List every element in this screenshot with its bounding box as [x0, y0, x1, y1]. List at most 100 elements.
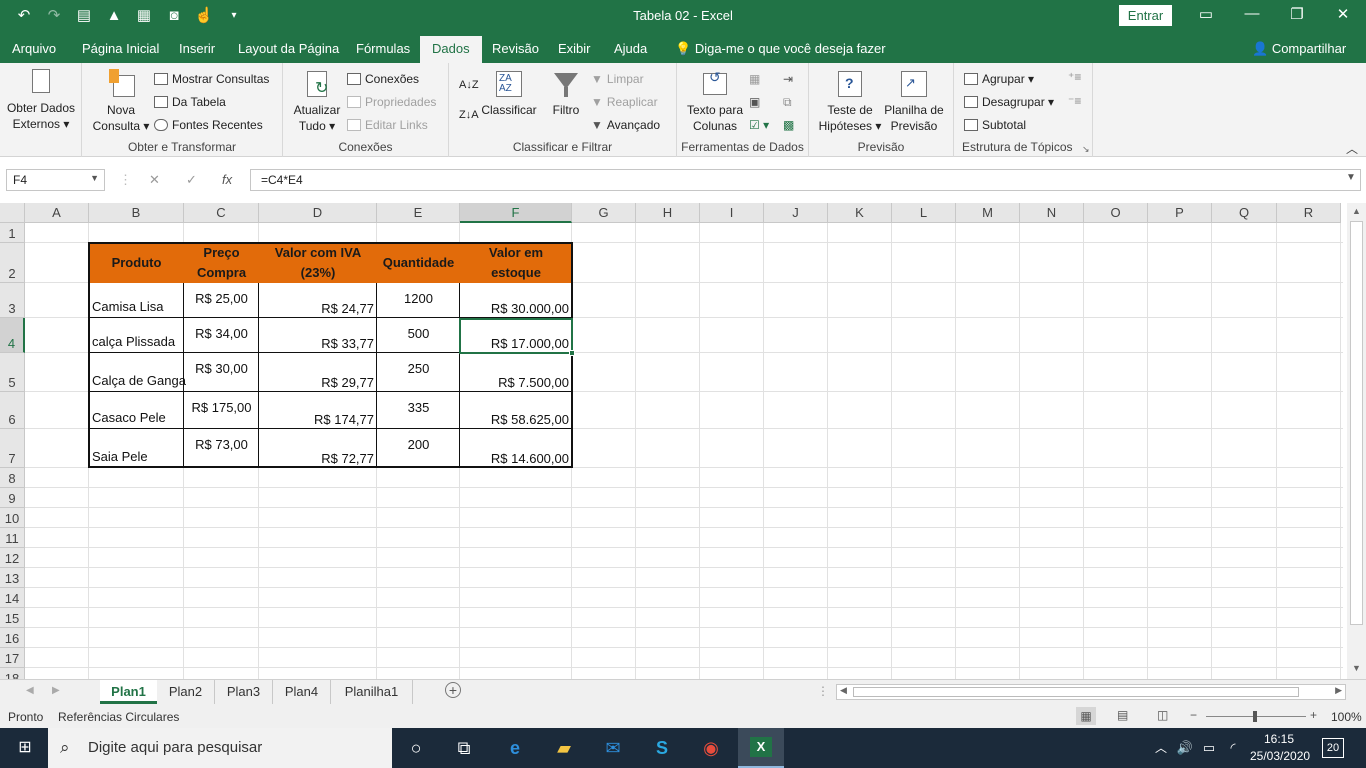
- row-header-17[interactable]: 17: [0, 648, 25, 668]
- notifications-icon[interactable]: 20: [1322, 738, 1344, 758]
- row-header-14[interactable]: 14: [0, 588, 25, 608]
- row-header-7[interactable]: 7: [0, 429, 25, 468]
- horizontal-scrollbar[interactable]: ◀ ▶: [836, 684, 1346, 700]
- cell-iva[interactable]: R$ 24,77: [259, 283, 377, 318]
- scroll-left-icon[interactable]: ◀: [840, 685, 847, 696]
- column-header-l[interactable]: L: [892, 203, 956, 223]
- relationships-icon[interactable]: ⧉: [783, 94, 792, 110]
- remove-duplicates-icon[interactable]: ▣: [749, 94, 760, 110]
- obter-dados-button[interactable]: Obter Dados Externos ▾: [4, 67, 78, 132]
- classificar-button[interactable]: ZA AZ Classificar: [477, 69, 541, 118]
- agrupar-button[interactable]: Agrupar ▾: [964, 71, 1034, 87]
- row-header-5[interactable]: 5: [0, 353, 25, 392]
- cell-iva[interactable]: R$ 29,77: [259, 353, 377, 392]
- scroll-up-icon[interactable]: ▲: [1352, 206, 1361, 216]
- row-header-15[interactable]: 15: [0, 608, 25, 628]
- column-header-n[interactable]: N: [1020, 203, 1084, 223]
- planilha-previsao-button[interactable]: ↗ Planilha de Previsão: [881, 69, 947, 134]
- zoom-level[interactable]: 100%: [1331, 710, 1362, 724]
- status-circular-references[interactable]: Referências Circulares: [58, 710, 179, 724]
- hide-detail-icon[interactable]: ⁻≡: [1068, 93, 1081, 109]
- volume-icon[interactable]: 🔊: [1172, 736, 1198, 760]
- subtotal-button[interactable]: Subtotal: [964, 117, 1026, 133]
- cell-quantidade[interactable]: 500: [377, 318, 460, 353]
- row-header-13[interactable]: 13: [0, 568, 25, 588]
- cell-preco[interactable]: R$ 34,00: [184, 318, 259, 353]
- column-header-h[interactable]: H: [636, 203, 700, 223]
- cell-quantidade[interactable]: 1200: [377, 283, 460, 318]
- column-header-p[interactable]: P: [1148, 203, 1212, 223]
- skype-icon[interactable]: S: [649, 736, 675, 760]
- cell-produto[interactable]: Calça de Ganga: [89, 353, 186, 392]
- sign-in-button[interactable]: Entrar: [1119, 5, 1172, 26]
- sort-az-icon[interactable]: A↓Z: [459, 77, 479, 93]
- cell-estoque[interactable]: R$ 17.000,00: [460, 318, 572, 353]
- editar-links-button[interactable]: Editar Links: [347, 117, 428, 133]
- column-header-c[interactable]: C: [184, 203, 259, 223]
- row-header-11[interactable]: 11: [0, 528, 25, 548]
- cell-preco[interactable]: R$ 25,00: [184, 283, 259, 318]
- vertical-scroll-thumb[interactable]: [1350, 221, 1363, 625]
- row-header-1[interactable]: 1: [0, 223, 25, 243]
- restore-icon[interactable]: ❐: [1287, 5, 1307, 23]
- column-header-k[interactable]: K: [828, 203, 892, 223]
- minimize-icon[interactable]: —: [1242, 5, 1262, 22]
- tab-layout[interactable]: Layout da Página: [238, 41, 339, 56]
- cortana-icon[interactable]: ○: [403, 736, 429, 760]
- cell-estoque[interactable]: R$ 58.625,00: [460, 392, 572, 429]
- row-header-8[interactable]: 8: [0, 468, 25, 488]
- horizontal-scroll-thumb[interactable]: [853, 687, 1299, 697]
- avancado-button[interactable]: ▼ Avançado: [591, 117, 660, 133]
- insert-function-icon[interactable]: fx: [222, 172, 232, 187]
- cell-iva[interactable]: R$ 72,77: [259, 429, 377, 468]
- column-header-i[interactable]: I: [700, 203, 764, 223]
- cell-preco[interactable]: R$ 30,00: [184, 353, 259, 392]
- tab-formulas[interactable]: Fórmulas: [356, 41, 410, 56]
- header-quantidade[interactable]: Quantidade: [377, 243, 460, 283]
- tab-split-handle[interactable]: ⋮: [817, 684, 829, 698]
- sheet-tab-planilha1[interactable]: Planilha1: [331, 680, 413, 704]
- file-explorer-icon[interactable]: ▰: [551, 736, 577, 760]
- sheet-tab-plan1[interactable]: Plan1: [100, 680, 157, 704]
- dialog-launcher-icon[interactable]: ↘: [1082, 141, 1090, 157]
- name-box[interactable]: F4 ▼: [6, 169, 105, 191]
- cell-iva[interactable]: R$ 33,77: [259, 318, 377, 353]
- row-header-2[interactable]: 2: [0, 243, 25, 283]
- row-header-3[interactable]: 3: [0, 283, 25, 318]
- atualizar-tudo-button[interactable]: ↻ Atualizar Tudo ▾: [289, 69, 345, 134]
- clock[interactable]: 16:15 25/03/2020: [1250, 731, 1310, 765]
- nova-consulta-button[interactable]: Nova Consulta ▾: [88, 69, 154, 134]
- tab-revisao[interactable]: Revisão: [492, 41, 539, 56]
- column-header-f[interactable]: F: [460, 203, 572, 223]
- header-preco[interactable]: Preço Compra: [184, 243, 259, 283]
- share-button[interactable]: 👤 Compartilhar: [1252, 41, 1346, 57]
- cell-preco[interactable]: R$ 175,00: [184, 392, 259, 429]
- row-header-10[interactable]: 10: [0, 508, 25, 528]
- data-validation-icon[interactable]: ☑ ▾: [749, 117, 769, 133]
- da-tabela-button[interactable]: Da Tabela: [154, 94, 226, 110]
- mostrar-consultas-button[interactable]: Mostrar Consultas: [154, 71, 269, 87]
- select-all-corner[interactable]: [0, 203, 25, 223]
- column-header-m[interactable]: M: [956, 203, 1020, 223]
- cell-produto[interactable]: Casaco Pele: [89, 392, 184, 429]
- row-header-18[interactable]: 18: [0, 668, 25, 679]
- show-detail-icon[interactable]: ⁺≡: [1068, 69, 1081, 85]
- zoom-slider-thumb[interactable]: [1253, 711, 1257, 722]
- fill-handle[interactable]: [569, 350, 575, 356]
- header-estoque[interactable]: Valor em estoque: [460, 243, 572, 283]
- scroll-right-icon[interactable]: ▶: [1335, 685, 1342, 696]
- cell-estoque[interactable]: R$ 7.500,00: [460, 353, 572, 392]
- row-header-4[interactable]: 4: [0, 318, 25, 353]
- scroll-down-icon[interactable]: ▼: [1352, 663, 1361, 673]
- mail-icon[interactable]: ✉: [600, 736, 626, 760]
- zoom-in-icon[interactable]: +: [1310, 708, 1317, 722]
- data-model-icon[interactable]: ▩: [783, 117, 794, 133]
- battery-icon[interactable]: ▭: [1196, 736, 1222, 760]
- cell-produto[interactable]: Saia Pele: [89, 429, 184, 468]
- cell-quantidade[interactable]: 250: [377, 353, 460, 392]
- flash-fill-icon[interactable]: ▦: [749, 71, 760, 87]
- reaplicar-button[interactable]: ▼ Reaplicar: [591, 94, 658, 110]
- column-header-q[interactable]: Q: [1212, 203, 1277, 223]
- formula-input[interactable]: =C4*E4: [250, 169, 1361, 191]
- tell-me-box[interactable]: 💡 Diga-me o que você deseja fazer: [675, 41, 886, 57]
